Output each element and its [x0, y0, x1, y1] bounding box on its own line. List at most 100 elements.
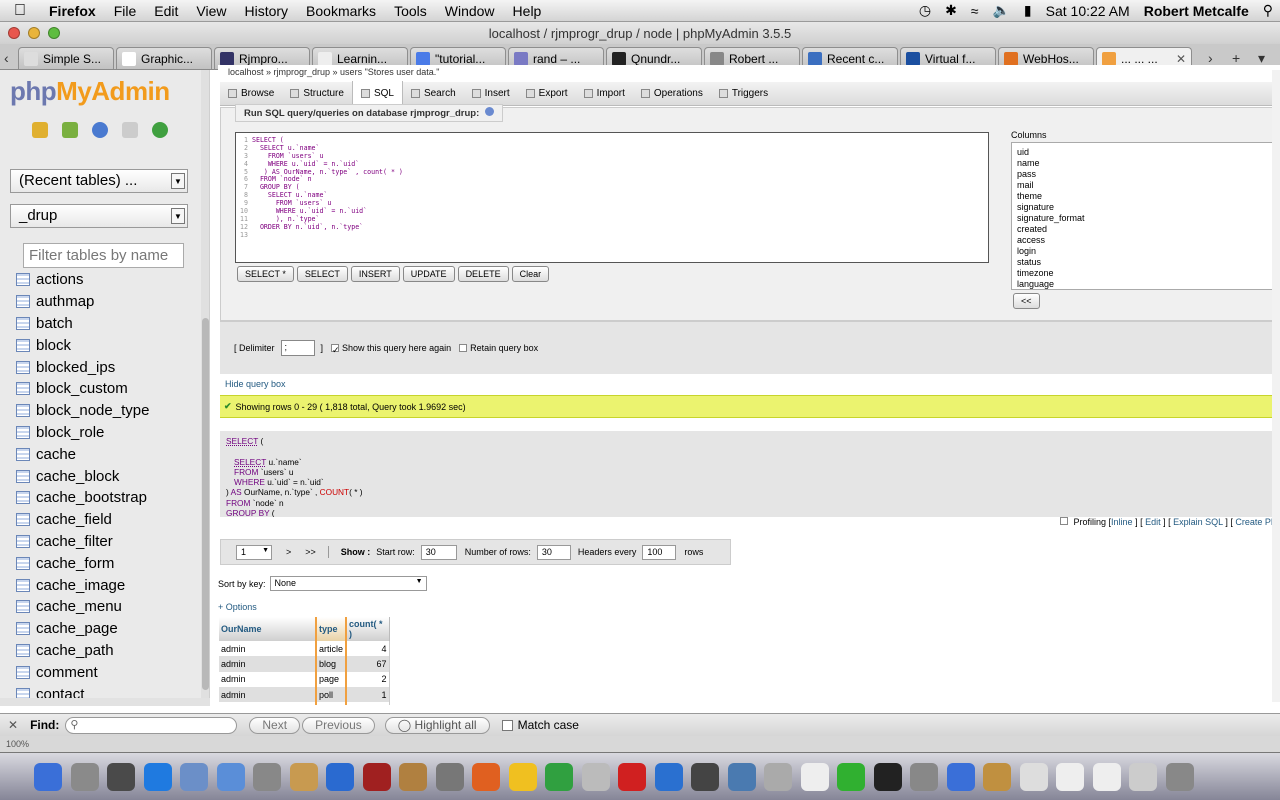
sidebar-table-label[interactable]: batch — [36, 315, 73, 332]
dock-app-icon[interactable] — [1092, 762, 1121, 791]
dock-app-icon[interactable] — [1165, 762, 1194, 791]
menu-app-name[interactable]: Firefox — [40, 3, 105, 19]
dock-app-icon[interactable] — [764, 762, 792, 791]
plus-options-link[interactable]: + Options — [218, 602, 257, 612]
table-icon[interactable] — [16, 622, 30, 636]
table-icon[interactable] — [16, 578, 30, 592]
clock[interactable]: Sat 10:22 AM — [1039, 3, 1137, 19]
browser-tab[interactable]: Graphic... — [116, 47, 212, 69]
column-option[interactable]: name — [1017, 158, 1280, 169]
pma-logo[interactable]: phpMyAdmin — [10, 76, 170, 107]
menu-edit[interactable]: Edit — [145, 3, 187, 19]
column-option[interactable]: theme — [1017, 191, 1280, 202]
dock-app-icon[interactable] — [508, 762, 537, 791]
table-icon[interactable] — [16, 382, 30, 396]
sidebar-table-item[interactable]: block — [16, 334, 201, 356]
cell-count[interactable]: 2 — [346, 671, 390, 687]
cell-ourname[interactable]: admin — [219, 671, 317, 687]
clear-button[interactable]: Clear — [511, 266, 550, 282]
cell-ourname[interactable]: admin — [219, 641, 317, 657]
battery-icon[interactable]: ▮ — [1017, 2, 1039, 19]
wifi-icon[interactable]: ≈ — [964, 3, 986, 19]
sidebar-table-item[interactable]: cache_form — [16, 552, 201, 574]
tab-triggers[interactable]: Triggers — [711, 82, 776, 106]
column-option[interactable]: status — [1017, 257, 1280, 268]
table-row[interactable]: admin poll 1 — [219, 686, 390, 703]
sidebar-table-label[interactable]: blocked_ips — [36, 359, 115, 376]
dock-app-icon[interactable] — [910, 762, 938, 791]
sidebar-table-item[interactable]: actions — [16, 269, 201, 291]
dock-app-icon[interactable] — [1056, 762, 1084, 791]
documentation-icon[interactable] — [122, 122, 138, 138]
column-option[interactable]: signature — [1017, 202, 1280, 213]
sidebar-table-label[interactable]: cache_form — [36, 555, 114, 572]
tab-browse[interactable]: Browse — [220, 82, 282, 106]
zoom-window-button[interactable] — [48, 27, 60, 39]
menu-tools[interactable]: Tools — [385, 3, 436, 19]
dock-app-icon[interactable] — [180, 762, 208, 791]
time-machine-icon[interactable]: ◷ — [912, 2, 938, 19]
dock-app-icon[interactable] — [983, 762, 1011, 791]
match-case-checkbox[interactable] — [501, 719, 513, 731]
menu-help[interactable]: Help — [504, 3, 551, 19]
delimiter-input[interactable]: ; — [280, 340, 315, 356]
dock-app-icon[interactable] — [691, 762, 719, 791]
user-name[interactable]: Robert Metcalfe — [1137, 3, 1256, 19]
sidebar-table-item[interactable]: cache_image — [16, 574, 201, 596]
sidebar-table-label[interactable]: authmap — [36, 293, 94, 310]
sidebar-table-item[interactable]: block_node_type — [16, 400, 201, 422]
database-select[interactable]: _drup ▼ — [10, 204, 188, 228]
tab-scroll-left-icon[interactable]: ‹ — [4, 50, 9, 66]
sidebar-table-item[interactable]: cache_menu — [16, 596, 201, 618]
cell-type[interactable]: page — [314, 671, 348, 687]
dock-app-icon[interactable] — [253, 762, 281, 791]
dock-app-icon[interactable] — [837, 762, 865, 791]
sidebar-table-label[interactable]: cache_menu — [36, 598, 122, 615]
inline-link[interactable]: Inline — [1111, 517, 1133, 527]
table-icon[interactable] — [16, 556, 30, 570]
sidebar-table-label[interactable]: cache_field — [36, 511, 112, 528]
sidebar-table-label[interactable]: block — [36, 337, 71, 354]
close-tab-icon[interactable]: ✕ — [1176, 52, 1186, 66]
tab-import[interactable]: Import — [576, 82, 633, 106]
column-option[interactable]: signature_format — [1017, 213, 1280, 224]
table-row[interactable]: admin blog 67 — [219, 656, 390, 672]
delete-button[interactable]: DELETE — [457, 266, 509, 282]
tab-sql[interactable]: SQL — [351, 81, 403, 106]
table-icon[interactable] — [16, 665, 30, 679]
header-ourname[interactable]: OurName — [219, 617, 317, 641]
table-row[interactable]: admin article 4 — [219, 641, 390, 657]
cell-count[interactable]: 81 — [346, 702, 390, 705]
column-option[interactable]: timezone — [1017, 268, 1280, 279]
sidebar-table-label[interactable]: cache_path — [36, 642, 114, 659]
tab-insert[interactable]: Insert — [464, 82, 518, 106]
table-icon[interactable] — [16, 316, 30, 330]
sidebar-table-label[interactable]: cache_bootstrap — [36, 489, 147, 506]
dock-app-icon[interactable] — [472, 762, 500, 791]
filter-tables-input[interactable]: Filter tables by name — [23, 243, 184, 268]
dock-app-icon[interactable] — [326, 762, 354, 791]
sidebar-table-item[interactable]: blocked_ips — [16, 356, 201, 378]
bluetooth-icon[interactable]: ✱ — [938, 2, 964, 19]
spotlight-icon[interactable]: ⚲ — [1256, 2, 1280, 19]
query-window-icon[interactable] — [92, 122, 108, 138]
breadcrumb[interactable]: localhost » rjmprogr_drup » users "Store… — [228, 67, 440, 77]
table-row[interactable]: egpbm2767article81 — [219, 702, 390, 705]
sidebar-table-label[interactable]: cache_page — [36, 620, 118, 637]
sql-editor[interactable]: 1 SELECT (2 SELECT u.`name` 3 FROM `users`… — [235, 132, 989, 263]
sidebar-table-label[interactable]: cache — [36, 446, 76, 463]
dock-app-icon[interactable] — [618, 762, 646, 791]
highlight-all-button[interactable]: ◯ Highlight all — [384, 716, 490, 734]
logout-icon[interactable] — [62, 122, 78, 138]
table-icon[interactable] — [16, 643, 30, 657]
sidebar-table-item[interactable]: cache — [16, 443, 201, 465]
headers-every-input[interactable]: 100 — [642, 544, 677, 560]
close-window-button[interactable] — [8, 27, 20, 39]
header-count[interactable]: count( * ) — [346, 617, 390, 641]
apple-icon[interactable]:  — [0, 2, 40, 20]
dock-app-icon[interactable] — [143, 762, 172, 791]
menu-view[interactable]: View — [187, 3, 235, 19]
sidebar-table-label[interactable]: block_role — [36, 424, 104, 441]
table-icon[interactable] — [16, 404, 30, 418]
last-page-button[interactable]: >> — [305, 547, 316, 557]
